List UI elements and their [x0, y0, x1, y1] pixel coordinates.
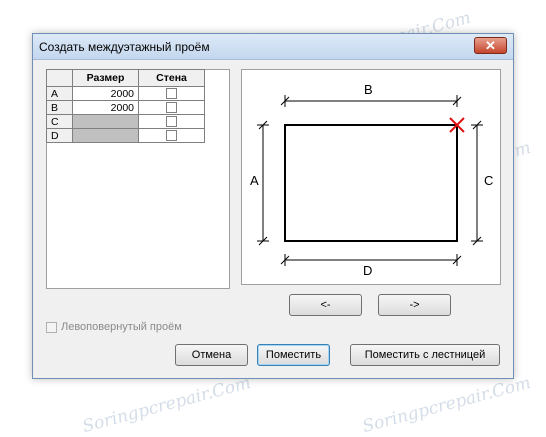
- wall-checkbox-c[interactable]: [166, 116, 177, 128]
- prev-button[interactable]: <-: [289, 294, 362, 316]
- close-button[interactable]: ✕: [474, 37, 507, 54]
- dialog-content: Размер Стена A 2000 B 2000 C D Левоповер…: [33, 60, 513, 378]
- watermark: Soringpcrepair.Com: [360, 372, 533, 437]
- wall-checkbox-b[interactable]: [166, 102, 177, 114]
- dim-label-c: C: [484, 173, 494, 188]
- size-cell-b[interactable]: 2000: [72, 100, 139, 115]
- row-label-a: A: [46, 86, 73, 101]
- next-button[interactable]: ->: [378, 294, 451, 316]
- place-button[interactable]: Поместить: [257, 344, 330, 366]
- dim-label-b: B: [364, 82, 373, 97]
- preview-drawing: [257, 95, 483, 266]
- row-label-c: C: [46, 114, 73, 129]
- wall-cell-c: [138, 114, 205, 129]
- watermark: Soringpcrepair.Com: [80, 372, 253, 437]
- table-row: B 2000: [46, 100, 205, 115]
- wall-cell-b: [138, 100, 205, 115]
- mirror-label: Левоповернутый проём: [61, 321, 182, 333]
- dim-label-d: D: [363, 263, 373, 278]
- mirror-checkbox[interactable]: [46, 321, 57, 333]
- table-row: C: [46, 114, 205, 129]
- wall-cell-d: [138, 128, 205, 143]
- row-label-b: B: [46, 100, 73, 115]
- dim-label-a: A: [250, 173, 259, 188]
- size-cell-d: [72, 128, 139, 143]
- wall-checkbox-d[interactable]: [166, 130, 177, 142]
- grid-header-row: Размер Стена: [46, 69, 205, 87]
- grid-corner-header: [46, 69, 73, 87]
- wall-column-header: Стена: [138, 69, 205, 87]
- close-icon: ✕: [485, 38, 496, 53]
- window-title: Создать междуэтажный проём: [39, 40, 210, 54]
- dimensions-grid: Размер Стена A 2000 B 2000 C D: [46, 69, 205, 143]
- size-cell-c: [72, 114, 139, 129]
- create-opening-dialog: Создать междуэтажный проём ✕ Размер Стен…: [32, 33, 514, 379]
- opening-preview: B A C D: [241, 69, 501, 285]
- place-with-stairs-button[interactable]: Поместить с лестницей: [350, 344, 500, 366]
- title-bar[interactable]: Создать междуэтажный проём ✕: [33, 34, 513, 60]
- size-column-header: Размер: [72, 69, 139, 87]
- cancel-button[interactable]: Отмена: [175, 344, 248, 366]
- opening-outline: [284, 124, 458, 242]
- table-row: D: [46, 128, 205, 143]
- row-label-d: D: [46, 128, 73, 143]
- wall-cell-a: [138, 86, 205, 101]
- mirror-option[interactable]: Левоповернутый проём: [46, 321, 182, 333]
- wall-checkbox-a[interactable]: [166, 88, 177, 100]
- size-cell-a[interactable]: 2000: [72, 86, 139, 101]
- table-row: A 2000: [46, 86, 205, 101]
